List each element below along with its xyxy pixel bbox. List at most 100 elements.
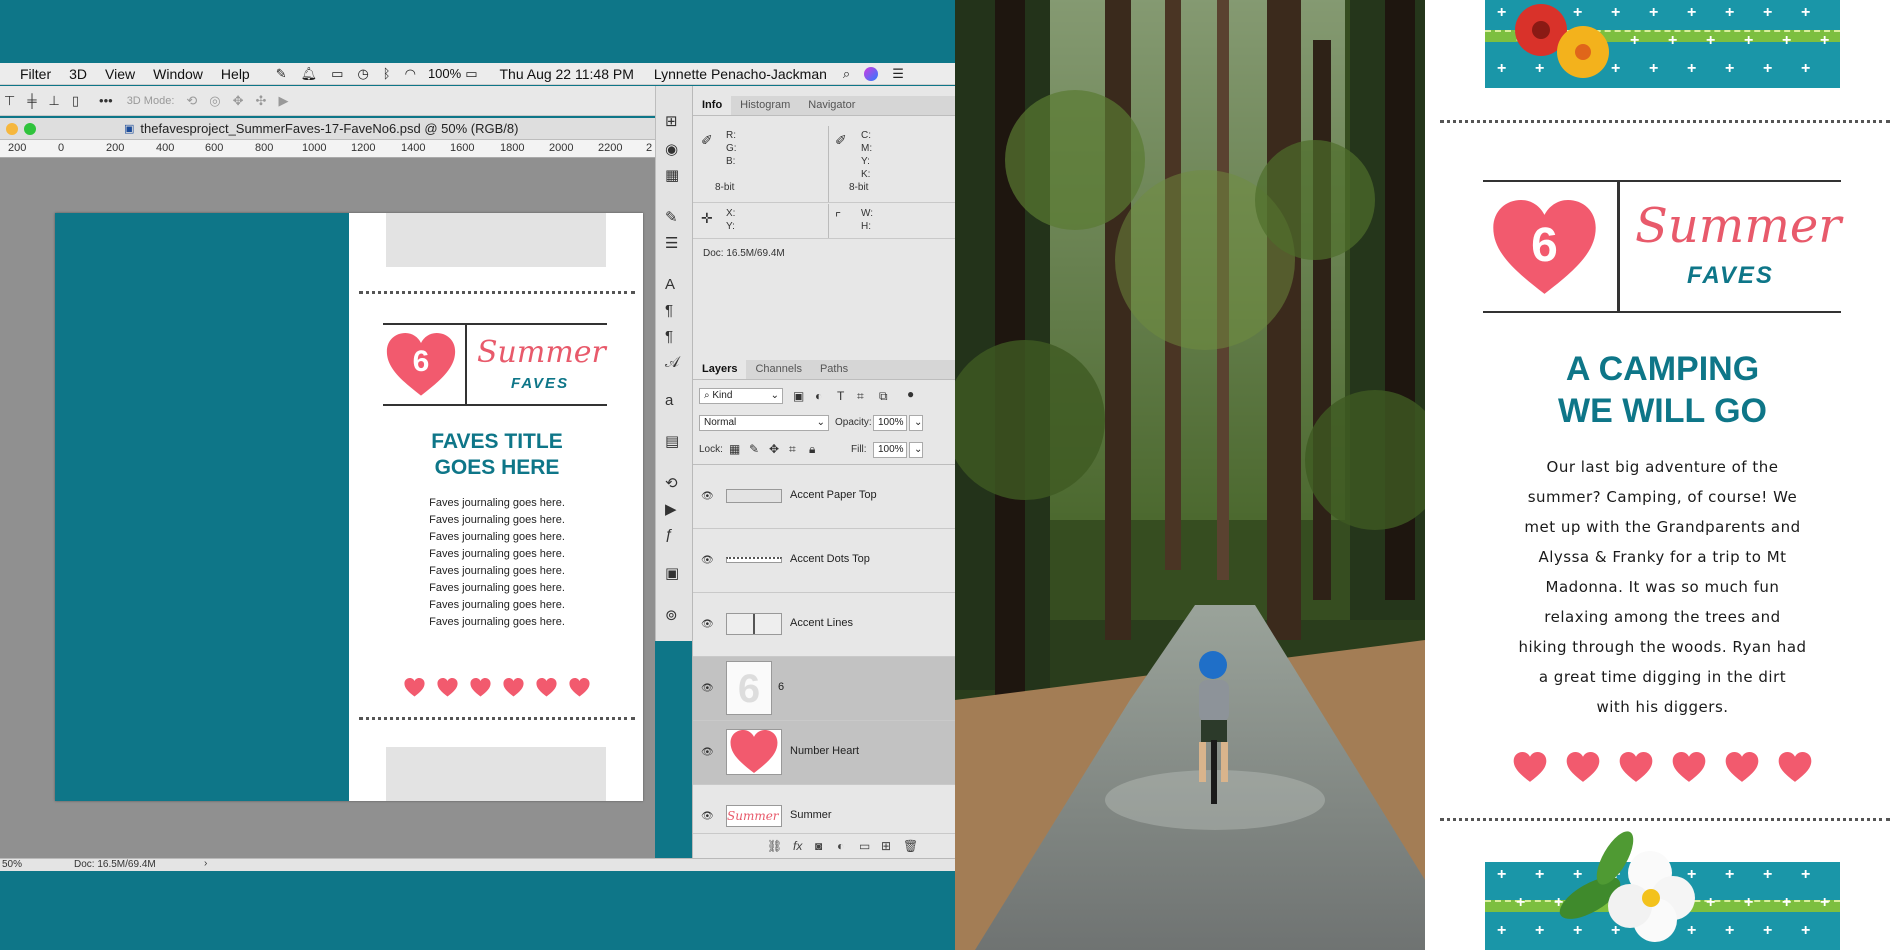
tab-histogram[interactable]: Histogram (731, 96, 799, 115)
visibility-eye-icon[interactable]: 👁︎ (701, 683, 714, 694)
minimize-button[interactable] (6, 122, 18, 135)
lock-transparent-icon[interactable]: ▦ (729, 442, 740, 456)
3d-slide-icon[interactable]: ✣ (256, 93, 267, 109)
distribute-icon[interactable]: ▯ (72, 93, 79, 109)
plus-pattern-mark: + (1649, 4, 1659, 21)
blend-mode-select[interactable]: Normal ⌄ (699, 415, 829, 431)
layer-filter-select[interactable]: ⌕ Kind ⌄ (699, 388, 783, 404)
menu-user[interactable]: Lynnette Penacho-Jackman (654, 66, 827, 82)
search-icon[interactable]: ⌕ (843, 66, 850, 82)
more-options-icon[interactable]: ••• (99, 93, 113, 108)
visibility-eye-icon[interactable]: 👁︎ (701, 491, 714, 502)
actions-icon[interactable]: ▶ (665, 500, 677, 518)
logo-faves-text: FAVES (511, 375, 570, 392)
plus-pattern-mark: + (1725, 60, 1735, 77)
info-panel-icon[interactable]: ⊞ (665, 112, 678, 130)
swatches-icon[interactable]: ▦ (665, 166, 679, 184)
align-middle-icon[interactable]: ╪ (27, 93, 36, 108)
tab-navigator[interactable]: Navigator (799, 96, 864, 115)
fill-slider-toggle[interactable]: ⌄ (909, 442, 923, 458)
lock-position-icon[interactable]: ✥ (769, 442, 779, 456)
layer-row-accent-dots-top[interactable]: 👁︎ Accent Dots Top (693, 529, 955, 593)
filter-shape-icon[interactable]: ⌗ (857, 389, 864, 404)
airplay-icon[interactable]: ▭ (331, 66, 343, 82)
layer-row-accent-paper-top[interactable]: 👁︎ Accent Paper Top (693, 465, 955, 529)
new-layer-icon[interactable]: ⊞ (881, 839, 891, 853)
adjustments-icon[interactable]: ☰ (665, 234, 678, 252)
filter-toggle-icon[interactable]: ● (907, 387, 914, 401)
menu-window[interactable]: Window (153, 66, 203, 82)
visibility-eye-icon[interactable]: 👁︎ (701, 555, 714, 566)
filter-smart-icon[interactable]: ⧉ (879, 389, 888, 404)
siri-icon[interactable] (864, 66, 879, 81)
accent-dots-top (359, 291, 635, 297)
plus-pattern-mark: + (1782, 32, 1792, 49)
opacity-slider-toggle[interactable]: ⌄ (909, 415, 923, 431)
notes-icon[interactable]: ▤ (665, 432, 679, 450)
document-tab[interactable]: ▣ thefavesproject_SummerFaves-17-FaveNo6… (0, 118, 655, 140)
3d-camera-icon[interactable]: ▶ (278, 93, 288, 109)
fx-icon[interactable]: fx (793, 839, 802, 853)
visibility-eye-icon[interactable]: 👁︎ (701, 747, 714, 758)
layer-row-number-heart[interactable]: 👁︎ Number Heart (693, 721, 955, 785)
chevron-right-icon[interactable]: › (204, 858, 207, 869)
zoom-button[interactable] (24, 122, 36, 135)
lock-all-icon[interactable]: 🔒︎ (809, 442, 815, 457)
brush-presets-icon[interactable]: ✎ (665, 208, 678, 226)
notifications-icon[interactable]: ☰ (892, 66, 904, 82)
heart-icon (437, 678, 458, 697)
3d-pan-icon[interactable]: ✥ (233, 93, 244, 109)
paragraph-styles-icon[interactable]: ¶ (665, 328, 673, 345)
align-top-icon[interactable]: ⊤ (4, 93, 15, 109)
cc-libraries-icon[interactable]: ⊚ (665, 606, 678, 624)
zoom-level[interactable]: 50% (2, 859, 22, 870)
tab-info[interactable]: Info (693, 96, 732, 115)
3d-roll-icon[interactable]: ◎ (209, 93, 220, 109)
lock-image-icon[interactable]: ✎ (749, 442, 759, 456)
new-group-icon[interactable]: ▭ (859, 839, 870, 853)
paragraph-icon[interactable]: ¶ (665, 302, 673, 319)
menu-view[interactable]: View (105, 66, 135, 82)
add-mask-icon[interactable]: ◙ (815, 839, 822, 853)
menu-clock[interactable]: Thu Aug 22 11:48 PM (499, 66, 633, 82)
bell-icon[interactable]: 🔔︎ (301, 66, 318, 82)
filter-type-icon[interactable]: T (837, 389, 844, 403)
menu-3d[interactable]: 3D (69, 66, 87, 82)
link-layers-icon[interactable]: ⛓ (767, 839, 782, 853)
filter-adjustment-icon[interactable]: ◐ (815, 389, 822, 403)
menu-filter[interactable]: Filter (20, 66, 51, 82)
tab-paths[interactable]: Paths (811, 360, 857, 379)
horizontal-ruler[interactable]: 200 0 200 400 600 800 1000 1200 1400 160… (0, 140, 655, 158)
layer-row-6[interactable]: 👁︎ 6 6 (693, 657, 955, 721)
trash-icon[interactable]: 🗑︎ (903, 839, 918, 853)
visibility-eye-icon[interactable]: 👁︎ (701, 811, 714, 822)
wifi-icon[interactable]: ◠ (405, 66, 416, 82)
align-bottom-icon[interactable]: ⊥ (49, 93, 60, 109)
bluetooth-icon[interactable]: ᛒ (383, 66, 391, 81)
lock-artboard-icon[interactable]: ⌗ (789, 442, 796, 457)
heart-icon (1778, 752, 1812, 782)
properties-icon[interactable]: ƒ (665, 526, 673, 543)
visibility-eye-icon[interactable]: 👁︎ (701, 619, 714, 630)
filter-pixel-icon[interactable]: ▣ (793, 389, 804, 403)
history-icon[interactable]: ⟲ (665, 474, 678, 492)
opacity-input[interactable]: 100% (873, 415, 907, 431)
new-adjustment-icon[interactable]: ◐ (837, 839, 844, 853)
time-machine-icon[interactable]: ◷ (357, 66, 368, 82)
libraries-icon[interactable]: ▣ (665, 564, 679, 582)
fill-input[interactable]: 100% (873, 442, 907, 458)
character-icon[interactable]: A (665, 276, 675, 293)
character-styles-icon[interactable]: a (665, 392, 673, 409)
layer-thumbnail (726, 557, 782, 563)
3d-rotate-icon[interactable]: ⟲ (186, 93, 197, 109)
document-canvas[interactable]: 6 Summer FAVES FAVES TITLE GOES HERE Fav… (55, 213, 643, 801)
glyphs-icon[interactable]: 𝒜 (665, 354, 679, 371)
battery-icon[interactable]: ▭ (465, 66, 477, 82)
tab-channels[interactable]: Channels (746, 360, 810, 379)
plus-pattern-mark: + (1801, 4, 1811, 21)
layer-row-accent-lines[interactable]: 👁︎ Accent Lines (693, 593, 955, 657)
tab-layers[interactable]: Layers (693, 360, 747, 379)
color-panel-icon[interactable]: ◉ (665, 140, 678, 158)
menu-help[interactable]: Help (221, 66, 250, 82)
evernote-icon[interactable]: ✎ (276, 66, 287, 82)
